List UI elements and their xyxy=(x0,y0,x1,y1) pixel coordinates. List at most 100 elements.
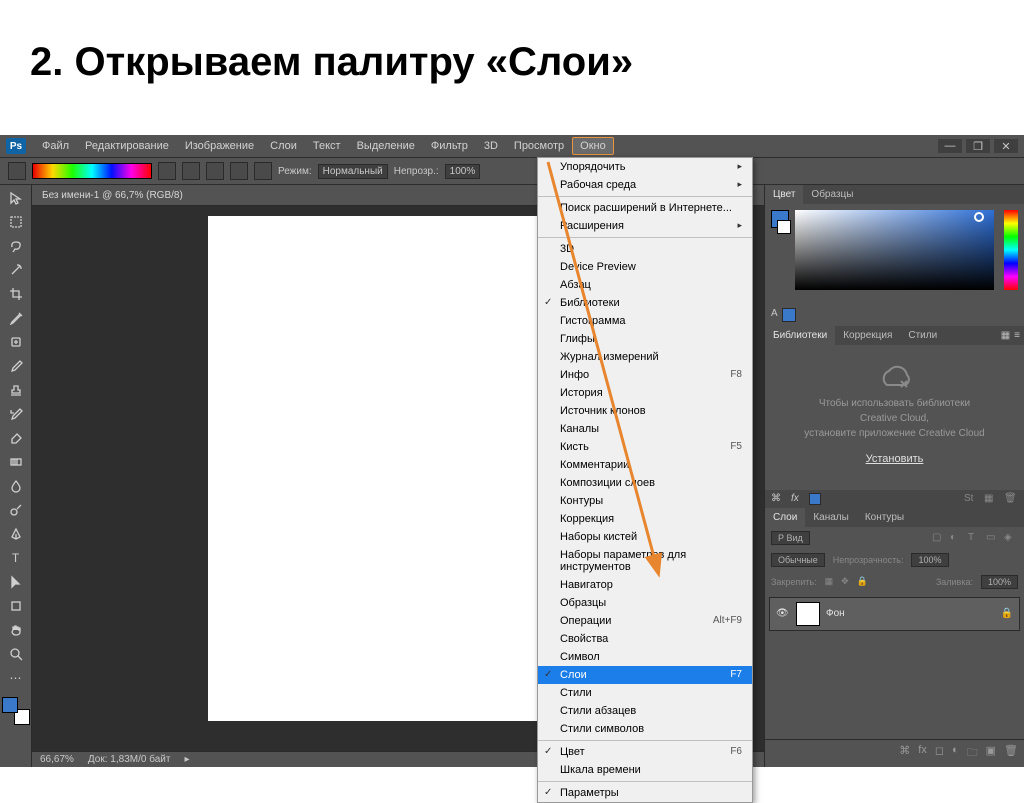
healing-tool[interactable] xyxy=(4,331,28,353)
menu-item-шкала-времени[interactable]: Шкала времени xyxy=(538,761,752,779)
pen-tool[interactable] xyxy=(4,523,28,545)
menu-item-комментарии[interactable]: Комментарии xyxy=(538,456,752,474)
color-field[interactable] xyxy=(795,210,994,290)
menu-item-история[interactable]: История xyxy=(538,384,752,402)
menu-файл[interactable]: Файл xyxy=(34,137,77,155)
menu-просмотр[interactable]: Просмотр xyxy=(506,137,572,155)
filter-pixel-icon[interactable]: ▢ xyxy=(932,532,946,544)
crop-tool[interactable] xyxy=(4,283,28,305)
tab-swatches[interactable]: Образцы xyxy=(803,185,861,204)
menu-item-каналы[interactable]: Каналы xyxy=(538,420,752,438)
layer-blend-select[interactable]: Обычные xyxy=(771,553,825,567)
restore-button[interactable]: ❐ xyxy=(966,139,990,153)
new-layer-icon[interactable]: ▣ xyxy=(986,744,996,763)
menu-item-свойства[interactable]: Свойства xyxy=(538,630,752,648)
tab-channels[interactable]: Каналы xyxy=(805,508,857,527)
menu-item-стили[interactable]: Стили xyxy=(538,684,752,702)
window-menu-dropdown[interactable]: УпорядочитьРабочая среда Поиск расширений… xyxy=(537,157,753,803)
menu-item-наборы-кистей[interactable]: Наборы кистей xyxy=(538,528,752,546)
info-chevron-icon[interactable]: ▸ xyxy=(184,754,189,765)
st-icon[interactable]: St xyxy=(964,493,978,505)
foreground-swatch[interactable] xyxy=(2,697,18,713)
path-select-tool[interactable] xyxy=(4,571,28,593)
dodge-tool[interactable] xyxy=(4,499,28,521)
folder-icon[interactable]: 🗀 xyxy=(967,744,978,763)
menu-редактирование[interactable]: Редактирование xyxy=(77,137,177,155)
tab-libraries[interactable]: Библиотеки xyxy=(765,326,835,345)
hue-slider[interactable] xyxy=(1004,210,1018,290)
radial-gradient-icon[interactable] xyxy=(182,162,200,180)
menu-текст[interactable]: Текст xyxy=(305,137,349,155)
fx-icon[interactable]: fx xyxy=(791,493,799,504)
fx-add-icon[interactable]: fx xyxy=(918,744,927,763)
tool-preset-icon[interactable] xyxy=(8,162,26,180)
filter-type-icon[interactable]: T xyxy=(968,532,982,544)
menu-item-операции[interactable]: ОперацииAlt+F9 xyxy=(538,612,752,630)
angle-gradient-icon[interactable] xyxy=(206,162,224,180)
filter-shape-icon[interactable]: ▭ xyxy=(986,532,1000,544)
brush-tool[interactable] xyxy=(4,355,28,377)
minimize-button[interactable]: — xyxy=(938,139,962,153)
tab-styles[interactable]: Стили xyxy=(900,326,945,345)
move-tool[interactable] xyxy=(4,187,28,209)
menu-item-поиск-расширений-в-интернете...[interactable]: Поиск расширений в Интернете... xyxy=(538,199,752,217)
menu-3d[interactable]: 3D xyxy=(476,137,506,155)
zoom-tool[interactable] xyxy=(4,643,28,665)
menu-item-стили-абзацев[interactable]: Стили абзацев xyxy=(538,702,752,720)
gradient-tool[interactable] xyxy=(4,451,28,473)
blur-tool[interactable] xyxy=(4,475,28,497)
menu-item-композиции-слоев[interactable]: Композиции слоев xyxy=(538,474,752,492)
menu-item-наборы-параметров-для-инструментов[interactable]: Наборы параметров для инструментов xyxy=(538,546,752,576)
menu-item-кисть[interactable]: КистьF5 xyxy=(538,438,752,456)
grid-view-icon[interactable]: ▦ xyxy=(1001,330,1010,341)
link-layers-icon[interactable]: ⌘ xyxy=(899,744,910,763)
tab-layers[interactable]: Слои xyxy=(765,508,805,527)
mask-icon[interactable]: ◻ xyxy=(935,744,944,763)
panel-menu-icon[interactable]: ≡ xyxy=(1014,330,1020,341)
install-link[interactable]: Установить xyxy=(777,451,1012,468)
menu-item-параметры[interactable]: Параметры xyxy=(538,784,752,802)
menu-item-источник-клонов[interactable]: Источник клонов xyxy=(538,402,752,420)
menu-item-образцы[interactable]: Образцы xyxy=(538,594,752,612)
layer-opacity-value[interactable]: 100% xyxy=(911,553,948,567)
layer-row[interactable]: 👁 Фон 🔒 xyxy=(769,597,1020,631)
menu-item-гистограмма[interactable]: Гистограмма xyxy=(538,312,752,330)
wand-tool[interactable] xyxy=(4,259,28,281)
menu-item-контуры[interactable]: Контуры xyxy=(538,492,752,510)
more-tools[interactable]: ⋯ xyxy=(4,667,28,689)
gradient-sample[interactable] xyxy=(32,163,152,179)
menu-слои[interactable]: Слои xyxy=(262,137,305,155)
eyedropper-tool[interactable] xyxy=(4,307,28,329)
close-button[interactable]: ✕ xyxy=(994,139,1018,153)
reflected-gradient-icon[interactable] xyxy=(230,162,248,180)
canvas[interactable] xyxy=(208,216,588,721)
menu-item-упорядочить[interactable]: Упорядочить xyxy=(538,158,752,176)
menu-изображение[interactable]: Изображение xyxy=(177,137,262,155)
menu-item-символ[interactable]: Символ xyxy=(538,648,752,666)
tab-paths[interactable]: Контуры xyxy=(857,508,912,527)
blend-mode-select[interactable]: Нормальный xyxy=(318,164,388,179)
diamond-gradient-icon[interactable] xyxy=(254,162,272,180)
color-swatches[interactable] xyxy=(2,697,30,725)
marquee-tool[interactable] xyxy=(4,211,28,233)
tab-adjustments[interactable]: Коррекция xyxy=(835,326,900,345)
filter-adj-icon[interactable]: ◐ xyxy=(950,532,964,544)
zoom-level[interactable]: 66,67% xyxy=(40,754,74,765)
menu-item-навигатор[interactable]: Навигатор xyxy=(538,576,752,594)
layer-kind-select[interactable]: Р Вид xyxy=(771,531,810,545)
linear-gradient-icon[interactable] xyxy=(158,162,176,180)
menu-item-расширения[interactable]: Расширения xyxy=(538,217,752,235)
lock-position-icon[interactable]: ✥ xyxy=(841,576,849,587)
layer-thumbnail[interactable] xyxy=(796,602,820,626)
menu-item-инфо[interactable]: ИнфоF8 xyxy=(538,366,752,384)
opacity-field[interactable]: 100% xyxy=(445,164,481,179)
adjustment-icon[interactable]: ◐ xyxy=(952,744,959,763)
bg-mini-swatch[interactable] xyxy=(777,220,791,234)
menu-окно[interactable]: Окно xyxy=(572,137,614,155)
type-tool[interactable]: T xyxy=(4,547,28,569)
layers-menu-icon[interactable]: ▦ xyxy=(984,493,998,505)
menu-item-рабочая-среда[interactable]: Рабочая среда xyxy=(538,176,752,194)
stamp-tool[interactable] xyxy=(4,379,28,401)
menu-item-device-preview[interactable]: Device Preview xyxy=(538,258,752,276)
menu-item-стили-символов[interactable]: Стили символов xyxy=(538,720,752,738)
